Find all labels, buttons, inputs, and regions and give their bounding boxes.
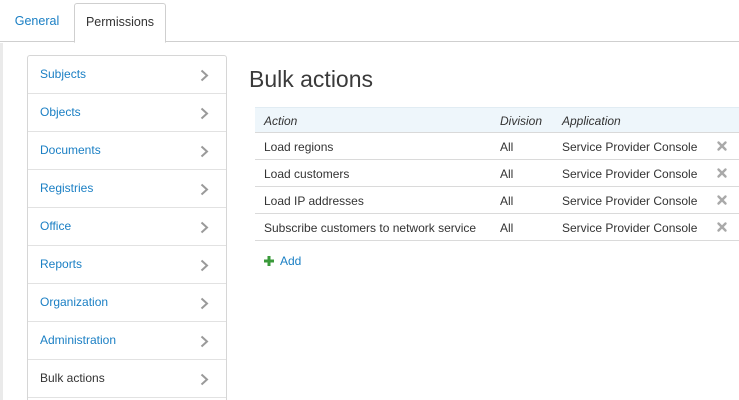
chevron-right-icon (200, 107, 209, 120)
sidebar-item-label: Organization (40, 295, 109, 309)
tab-bar: General Permissions (0, 0, 739, 43)
chevron-right-icon (200, 183, 209, 196)
chevron-right-icon (200, 145, 209, 158)
sidebar-item-label: Objects (40, 105, 81, 119)
sidebar-item-label: Documents (40, 143, 101, 157)
sidebar-item-label: Registries (40, 181, 94, 195)
close-icon[interactable] (716, 167, 728, 179)
cell-action: Load customers (264, 167, 350, 181)
cell-action: Load IP addresses (264, 194, 364, 208)
sidebar-item-label: Subjects (40, 67, 87, 81)
cell-application: Service Provider Console (562, 221, 698, 235)
column-header-division: Division (500, 114, 543, 128)
sidebar-item-label: Office (40, 219, 72, 233)
tab-permissions[interactable]: Permissions (74, 3, 166, 43)
chevron-right-icon (200, 259, 209, 272)
sidebar-item-reports[interactable]: Reports (28, 246, 226, 284)
close-icon[interactable] (716, 194, 728, 206)
close-icon[interactable] (716, 140, 728, 152)
table-header: Action Division Application (255, 107, 739, 133)
chevron-right-icon (200, 69, 209, 82)
cell-application: Service Provider Console (562, 194, 698, 208)
column-header-application: Application (562, 114, 621, 128)
sidebar-item-administration[interactable]: Administration (28, 322, 226, 360)
chevron-right-icon (200, 373, 209, 386)
permissions-sidebar: Subjects Objects Documents Registries Of… (27, 55, 227, 400)
cell-division: All (500, 194, 514, 208)
page-title: Bulk actions (249, 66, 374, 92)
sidebar-item-subjects[interactable]: Subjects (28, 56, 226, 94)
sidebar-item-label: Reports (40, 257, 83, 271)
sidebar-item-organization[interactable]: Organization (28, 284, 226, 322)
left-gutter (0, 43, 3, 400)
cell-division: All (500, 221, 514, 235)
cell-application: Service Provider Console (562, 167, 698, 181)
sidebar-item-office[interactable]: Office (28, 208, 226, 246)
tab-general[interactable]: General (0, 3, 74, 43)
sidebar-item-label: Bulk actions (40, 371, 105, 385)
table-row[interactable]: Load IP addresses All Service Provider C… (255, 187, 739, 214)
sidebar-item-bulk-actions[interactable]: Bulk actions (28, 360, 226, 398)
cell-division: All (500, 140, 514, 154)
cell-action: Load regions (264, 140, 334, 154)
close-icon[interactable] (716, 221, 728, 233)
cell-division: All (500, 167, 514, 181)
chevron-right-icon (200, 335, 209, 348)
column-header-action: Action (264, 114, 298, 128)
table-row[interactable]: Load regions All Service Provider Consol… (255, 133, 739, 160)
plus-icon (264, 256, 274, 266)
sidebar-item-objects[interactable]: Objects (28, 94, 226, 132)
sidebar-item-documents[interactable]: Documents (28, 132, 226, 170)
table-row[interactable]: Load customers All Service Provider Cons… (255, 160, 739, 187)
cell-application: Service Provider Console (562, 140, 698, 154)
add-label: Add (280, 254, 302, 268)
chevron-right-icon (200, 297, 209, 310)
bulk-actions-table: Action Division Application Load regions… (255, 107, 739, 241)
sidebar-item-label: Administration (40, 333, 117, 347)
table-row[interactable]: Subscribe customers to network service A… (255, 214, 739, 241)
cell-action: Subscribe customers to network service (264, 221, 477, 235)
chevron-right-icon (200, 221, 209, 234)
sidebar-item-registries[interactable]: Registries (28, 170, 226, 208)
